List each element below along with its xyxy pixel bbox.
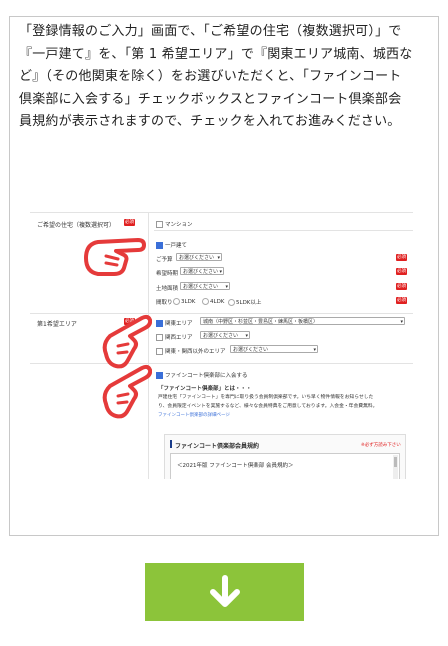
other-area-checkbox[interactable] <box>156 348 163 355</box>
other-area-label: 関東・関西以外のエリア <box>165 349 226 355</box>
land-label: 土地面積 <box>156 286 179 292</box>
club-what-heading: 「ファインコート倶楽部」とは・・・ <box>158 386 252 392</box>
plan-4ldk-option[interactable]: 4LDK <box>202 298 224 305</box>
required-badge: 必須 <box>396 268 407 275</box>
other-area-select[interactable]: お選びください <box>230 345 318 354</box>
radio-icon[interactable] <box>228 299 235 306</box>
club-checkbox-label: ファインコート倶楽部に入会する <box>165 373 248 379</box>
plan-3ldk-label: 3LDK <box>181 299 196 305</box>
housing-label: ご希望の住宅（複数選択可） <box>37 222 116 229</box>
next-button[interactable] <box>145 563 304 621</box>
budget-select[interactable]: お選びください <box>176 253 222 262</box>
kanto-area-select[interactable]: 城南（中野区・杉並区・豊島区・練馬区・板橋区） <box>200 317 405 326</box>
plan-4ldk-label: 4LDK <box>210 299 225 305</box>
plan-5ldk-option[interactable]: 5LDK以上 <box>228 298 261 306</box>
detached-checkbox[interactable] <box>156 242 163 249</box>
plan-3ldk-option[interactable]: 3LDK <box>173 298 195 305</box>
detached-option[interactable]: 一戸建て <box>156 241 187 249</box>
divider <box>154 230 413 231</box>
club-description: り、会員限定イベントを実施するなど、様々な会員特典をご用意しております。入会金・… <box>158 404 378 409</box>
mansion-checkbox[interactable] <box>156 221 163 228</box>
arrow-down-icon <box>210 575 240 607</box>
kansai-area-option[interactable]: 関西エリア <box>156 333 193 341</box>
required-badge: 必須 <box>124 219 135 226</box>
mansion-label: マンション <box>165 222 193 228</box>
required-badge: 必須 <box>396 297 407 304</box>
kanto-checkbox[interactable] <box>156 320 163 327</box>
area-label: 第1希望エリア <box>37 321 77 328</box>
club-checkbox[interactable] <box>156 372 163 379</box>
kansai-area-label: 関西エリア <box>165 335 193 341</box>
terms-title: ファインコート倶楽部会員規約 <box>175 443 260 450</box>
detached-label: 一戸建て <box>165 243 188 249</box>
kanto-area-option[interactable]: 関東エリア <box>156 319 193 327</box>
required-badge: 必須 <box>396 283 407 290</box>
budget-label: ご予算 <box>156 257 173 263</box>
club-option[interactable]: ファインコート倶楽部に入会する <box>156 371 248 379</box>
plan-5ldk-label: 5LDK以上 <box>236 300 262 306</box>
mansion-option[interactable]: マンション <box>156 220 193 228</box>
period-label: 希望時期 <box>156 271 179 277</box>
club-description: 戸建住宅「ファインコート」を専門に取り扱う会員制倶楽部です。いち早く物件情報をお… <box>158 395 374 400</box>
period-select[interactable]: お選びください <box>180 267 224 276</box>
other-area-option[interactable]: 関東・関西以外のエリア <box>156 347 226 355</box>
kansai-area-select[interactable]: お選びください <box>200 331 250 340</box>
terms-scroll-area[interactable]: ＜2021年版 ファインコート倶楽部 会員規約＞ <box>170 453 400 479</box>
land-select[interactable]: お選びください <box>180 282 230 291</box>
terms-scrollbar[interactable] <box>393 455 398 479</box>
radio-icon[interactable] <box>202 298 209 305</box>
terms-note: ※必ず方読み下さい <box>361 443 401 448</box>
kanto-area-label: 関東エリア <box>165 321 193 327</box>
club-detail-link[interactable]: ファインコート倶楽部の詳細ページ <box>158 412 230 418</box>
required-badge: 必須 <box>396 254 407 261</box>
pointing-hand-icon <box>102 364 152 419</box>
floorplan-label: 間取り <box>156 300 173 306</box>
terms-panel: ファインコート倶楽部会員規約 ※必ず方読み下さい ＜2021年版 ファインコート… <box>164 434 406 479</box>
instruction-text: 「登録情報のご入力」画面で、「ご希望の住宅（複数選択可）」で『一戸建て』を、「第… <box>19 24 413 129</box>
form-screenshot: ご希望の住宅（複数選択可） 必須 マンション 一戸建て ご予算 お選びください … <box>30 212 413 479</box>
radio-icon[interactable] <box>173 298 180 305</box>
terms-body: ＜2021年版 ファインコート倶楽部 会員規約＞ <box>177 463 294 469</box>
pointing-hand-icon <box>84 238 146 276</box>
terms-title-bar <box>170 440 172 448</box>
kansai-checkbox[interactable] <box>156 334 163 341</box>
